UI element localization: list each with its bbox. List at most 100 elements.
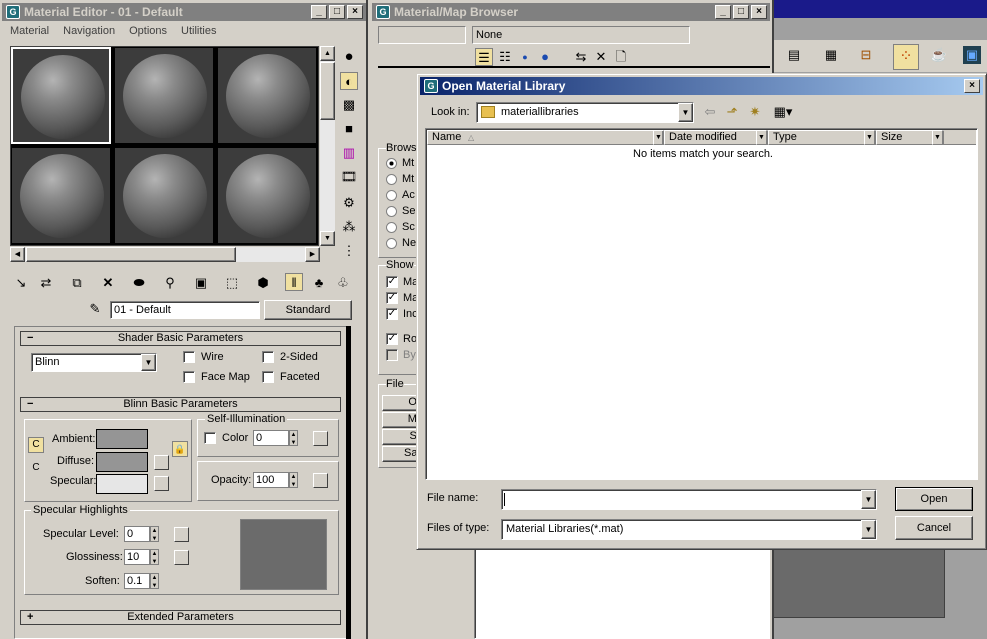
uv-tiling-icon[interactable]: ■: [340, 120, 358, 138]
diffuse-map-button[interactable]: [154, 455, 169, 470]
scroll-right-button[interactable]: ▶: [305, 247, 320, 262]
scroll-up-button[interactable]: ▲: [320, 46, 335, 61]
spinner-arrows[interactable]: ▲ ▼: [150, 573, 159, 589]
material-effects-channel-icon[interactable]: ▣: [192, 274, 210, 292]
shader-basic-rollout-header[interactable]: − Shader Basic Parameters: [20, 331, 341, 346]
dialog-close-button[interactable]: ×: [964, 79, 980, 93]
show-map-icon[interactable]: ⬚: [223, 274, 241, 292]
self-illum-map-button[interactable]: [313, 431, 328, 446]
view-menu-icon[interactable]: ▦▾: [771, 103, 795, 121]
backlight-icon[interactable]: ◐: [340, 72, 358, 90]
sample-slot-6[interactable]: [217, 147, 317, 244]
faceted-checkbox[interactable]: [262, 371, 274, 383]
show-end-result-icon[interactable]: ⬢: [254, 274, 272, 292]
render-frame-icon[interactable]: ▣: [963, 46, 981, 64]
lock-diffuse-specular-icon[interactable]: C: [28, 461, 44, 477]
sample-slot-4[interactable]: [11, 147, 111, 244]
video-color-check-icon[interactable]: ▥: [340, 144, 358, 162]
eyedropper-icon[interactable]: ✎: [86, 300, 104, 318]
maximize-button[interactable]: □: [733, 5, 749, 19]
clear-library-icon[interactable]: 🗋: [612, 48, 630, 66]
show-checkbox-3[interactable]: ✓: [386, 308, 398, 320]
menu-material[interactable]: Material: [10, 25, 49, 37]
opacity-value[interactable]: 100: [253, 472, 289, 488]
cancel-button[interactable]: Cancel: [895, 516, 973, 540]
show-checkbox-2[interactable]: ✓: [386, 292, 398, 304]
browser-name-field[interactable]: [378, 26, 466, 44]
material-browser-titlebar[interactable]: G Material/Map Browser _ □ ×: [372, 3, 770, 21]
self-illum-spinner[interactable]: 0 ▲ ▼: [253, 430, 298, 446]
browse-radio-4[interactable]: [386, 206, 397, 217]
curve-editor-icon[interactable]: ▦: [822, 46, 840, 64]
file-name-input[interactable]: ▼: [501, 489, 877, 510]
up-folder-icon[interactable]: ⬏: [723, 103, 741, 121]
close-button[interactable]: ×: [347, 5, 363, 19]
reset-map-icon[interactable]: ✕: [99, 274, 117, 292]
column-date-dropdown[interactable]: ▼: [756, 130, 767, 145]
go-to-parent-icon[interactable]: ‖: [285, 273, 303, 291]
minimize-button[interactable]: _: [311, 5, 327, 19]
options-icon[interactable]: ⚙: [340, 194, 358, 212]
slots-hscrollbar[interactable]: ◀ ▶: [10, 247, 320, 262]
pick-material-icon[interactable]: ♧: [334, 274, 352, 292]
scroll-left-button[interactable]: ◀: [10, 247, 25, 262]
view-list-icons-icon[interactable]: ☷: [496, 48, 514, 66]
two-sided-checkbox[interactable]: [262, 351, 274, 363]
diffuse-color-swatch[interactable]: [96, 452, 148, 472]
material-editor-titlebar[interactable]: G Material Editor - 01 - Default _ □ ×: [2, 3, 366, 21]
go-forward-sibling-icon[interactable]: ♣: [310, 274, 328, 292]
look-in-dropdown[interactable]: materiallibraries ▼: [476, 102, 694, 123]
view-small-icons-icon[interactable]: ●: [516, 48, 534, 66]
browse-radio-2[interactable]: [386, 174, 397, 185]
browse-radio-6[interactable]: [386, 238, 397, 249]
menu-navigation[interactable]: Navigation: [63, 25, 115, 37]
lock-icon[interactable]: 🔒: [172, 441, 188, 457]
assign-material-icon[interactable]: ⧉: [68, 274, 86, 292]
spinner-arrows[interactable]: ▲ ▼: [289, 430, 298, 446]
scroll-thumb[interactable]: [320, 62, 335, 120]
specular-color-swatch[interactable]: [96, 474, 148, 494]
column-size-dropdown[interactable]: ▼: [932, 130, 943, 145]
show-checkbox-1[interactable]: ✓: [386, 276, 398, 288]
lock-ambient-diffuse-icon[interactable]: C: [28, 437, 44, 453]
make-preview-icon[interactable]: 🎞: [340, 168, 358, 186]
ambient-color-swatch[interactable]: [96, 429, 148, 449]
opacity-spinner[interactable]: 100 ▲ ▼: [253, 472, 298, 488]
wire-checkbox[interactable]: [183, 351, 195, 363]
open-button[interactable]: Open: [895, 487, 973, 511]
material-navigator-icon[interactable]: ⋮: [340, 242, 358, 260]
sample-type-icon[interactable]: ●: [340, 48, 358, 66]
layers-icon[interactable]: ▤: [785, 46, 803, 64]
sample-slot-5[interactable]: [114, 147, 214, 244]
browse-radio-5[interactable]: [386, 222, 397, 233]
dialog-titlebar[interactable]: G Open Material Library ×: [420, 77, 983, 95]
menu-options[interactable]: Options: [129, 25, 167, 37]
column-type-dropdown[interactable]: ▼: [864, 130, 875, 145]
material-editor-icon[interactable]: ⁘: [893, 44, 919, 70]
face-map-checkbox[interactable]: [183, 371, 195, 383]
rollout-scrollbar[interactable]: [346, 326, 351, 639]
put-to-library-icon[interactable]: ⚲: [161, 274, 179, 292]
browse-radio-3[interactable]: [386, 190, 397, 201]
hscroll-thumb[interactable]: [26, 247, 236, 262]
back-icon[interactable]: ⇦: [701, 103, 719, 121]
self-illum-color-checkbox[interactable]: [204, 432, 216, 444]
specular-map-button[interactable]: [154, 476, 169, 491]
column-type[interactable]: Type: [768, 130, 876, 145]
column-name[interactable]: Name △: [427, 130, 663, 145]
render-setup-icon[interactable]: ☕: [930, 46, 948, 64]
minimize-button[interactable]: _: [715, 5, 731, 19]
sample-slot-1[interactable]: [11, 47, 111, 144]
material-name-field[interactable]: 01 - Default: [110, 301, 260, 319]
by-object-checkbox[interactable]: [386, 349, 398, 361]
view-list-icon[interactable]: ☰: [475, 48, 493, 66]
specular-level-map-button[interactable]: [174, 527, 189, 542]
root-only-checkbox[interactable]: ✓: [386, 333, 398, 345]
view-large-icons-icon[interactable]: ●: [536, 48, 554, 66]
opacity-map-button[interactable]: [313, 473, 328, 488]
delete-icon[interactable]: ✕: [592, 48, 610, 66]
glossiness-spinner[interactable]: 10 ▲ ▼: [124, 549, 159, 565]
browse-radio-1[interactable]: [386, 158, 397, 169]
update-scene-materials-icon[interactable]: ⇆: [572, 48, 590, 66]
put-to-scene-icon[interactable]: ⇄: [37, 274, 55, 292]
